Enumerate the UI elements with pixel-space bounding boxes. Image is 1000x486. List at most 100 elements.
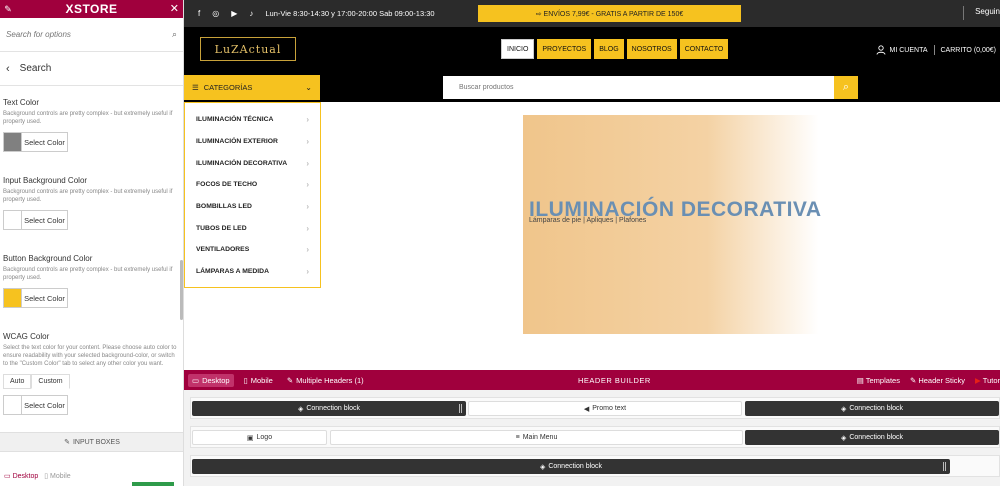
wcag-color-picker[interactable]: Select Color: [3, 395, 68, 415]
nav-inicio[interactable]: INICIO: [501, 39, 535, 59]
device-mobile[interactable]: ▯ Mobile: [44, 472, 70, 480]
device-desktop[interactable]: ▭ Desktop: [4, 472, 38, 480]
connection-block-label: Connection block: [306, 405, 361, 412]
account-area: MI CUENTA CARRITO (0,00€): [876, 45, 996, 55]
close-icon[interactable]: ✕: [170, 2, 179, 15]
category-item[interactable]: ILUMINACIÓN EXTERIOR ›: [185, 131, 320, 153]
main-menu-block[interactable]: ≡ Main Menu: [330, 430, 743, 445]
nav-proyectos[interactable]: PROYECTOS: [537, 39, 592, 59]
button-bg-color-picker[interactable]: Select Color: [3, 288, 68, 308]
category-item[interactable]: TUBOS DE LED ›: [185, 217, 320, 239]
facebook-icon[interactable]: f: [198, 9, 200, 18]
category-label: TUBOS DE LED: [196, 224, 247, 232]
tab-auto[interactable]: Auto: [3, 374, 32, 389]
user-icon[interactable]: [876, 45, 886, 55]
connection-block[interactable]: ◈ Connection block: [745, 430, 999, 445]
chevron-right-icon: ›: [306, 180, 309, 190]
input-bg-color-picker[interactable]: Select Color: [3, 210, 68, 230]
chevron-right-icon: ›: [306, 223, 309, 233]
category-item[interactable]: FOCOS DE TECHO ›: [185, 174, 320, 196]
logo-block-label: Logo: [256, 434, 273, 441]
tab-desktop[interactable]: ▭ Desktop: [188, 373, 234, 387]
panel-brand: XSTORE: [65, 2, 118, 16]
panel-footer: ▭ Desktop ▯ Mobile: [0, 466, 183, 486]
tab-multiple-label: Multiple Headers (1): [296, 375, 364, 385]
text-color-picker[interactable]: Select Color: [3, 132, 68, 152]
customizer-panel: ✎ XSTORE ✕ ⌕ ‹ Search Text Color Backgro…: [0, 0, 184, 486]
device-tabs: ▭ Desktop ▯ Mobile ✎ Multiple Headers (1): [184, 373, 368, 387]
setting-desc: Background controls are pretty complex -…: [3, 111, 173, 125]
resize-handle[interactable]: [459, 404, 462, 413]
tutorials-button[interactable]: ▶ Tutor: [975, 376, 1000, 385]
category-label: BOMBILLAS LED: [196, 203, 252, 211]
category-item[interactable]: BOMBILLAS LED ›: [185, 196, 320, 218]
publish-button[interactable]: [132, 482, 174, 486]
follow-link[interactable]: Seguin: [975, 7, 1000, 16]
main-header: LuZActual INICIO PROYECTOS BLOG NOSOTROS…: [184, 27, 1000, 73]
connection-block[interactable]: ◈ Connection block: [192, 401, 466, 416]
input-boxes-section[interactable]: ✎ INPUT BOXES: [0, 432, 183, 452]
options-search-input[interactable]: [6, 30, 172, 39]
site-logo[interactable]: LuZActual: [200, 37, 296, 61]
menu-icon: ≡: [515, 434, 520, 441]
connection-block-label: Connection block: [548, 463, 603, 470]
settings-list: Text Color Background controls are prett…: [0, 86, 183, 426]
header-builder-title: HEADER BUILDER: [578, 376, 651, 385]
category-label: ILUMINACIÓN EXTERIOR: [196, 138, 278, 146]
connection-block-label: Connection block: [849, 434, 904, 441]
hero-banner[interactable]: ILUMINACIÓN DECORATIVA Lámparas de pie |…: [523, 115, 1000, 334]
setting-label: Input Background Color: [3, 176, 88, 185]
desktop-icon: ▭: [192, 375, 200, 385]
nav-contacto[interactable]: CONTACTO: [679, 39, 729, 59]
instagram-icon[interactable]: ◎: [212, 9, 219, 18]
categories-button[interactable]: ☰ CATEGORÍAS ⌄: [184, 75, 320, 100]
color-swatch: [4, 396, 22, 414]
templates-icon: ▤: [856, 376, 864, 385]
chevron-right-icon: ›: [306, 115, 309, 125]
connection-block[interactable]: ◈ Connection block: [745, 401, 999, 416]
device-desktop-label: Desktop: [12, 473, 39, 480]
drag-handle[interactable]: [596, 366, 626, 369]
category-item[interactable]: LÁMPARAS A MEDIDA ›: [185, 261, 320, 283]
my-account-link[interactable]: MI CUENTA: [890, 47, 928, 54]
back-icon[interactable]: ‹: [6, 63, 10, 75]
megaphone-icon: ◀: [583, 405, 590, 413]
connection-block[interactable]: ◈ Connection block: [192, 459, 950, 474]
tab-mobile-label: Mobile: [250, 375, 273, 385]
builder-actions: ▤ Templates ✎ Header Sticky ▶ Tutor: [857, 376, 1000, 385]
wcag-tabs: Auto Custom: [3, 374, 178, 389]
cart-link[interactable]: CARRITO (0,00€): [941, 47, 997, 54]
tiktok-icon[interactable]: ♪: [249, 9, 253, 18]
connection-block-label: Connection block: [849, 405, 904, 412]
category-item[interactable]: VENTILADORES ›: [185, 239, 320, 261]
layers-icon: ✎: [286, 375, 294, 385]
tab-custom[interactable]: Custom: [31, 374, 70, 389]
header-sticky-button[interactable]: ✎ Header Sticky: [910, 376, 965, 385]
category-item[interactable]: ILUMINACIÓN TÉCNICA ›: [185, 109, 320, 131]
search-icon[interactable]: ⌕: [172, 29, 177, 40]
templates-button[interactable]: ▤ Templates: [857, 376, 900, 385]
main-nav: INICIO PROYECTOS BLOG NOSOTROS CONTACTO: [501, 39, 729, 59]
color-swatch: [4, 211, 22, 229]
logo-block[interactable]: ▣ Logo: [192, 430, 327, 445]
search-submit-button[interactable]: ⌕: [834, 76, 858, 99]
youtube-icon[interactable]: ▶: [231, 9, 237, 18]
nav-nosotros[interactable]: NOSOTROS: [626, 39, 677, 59]
select-color-label: Select Color: [24, 215, 65, 225]
nav-blog[interactable]: BLOG: [594, 39, 624, 59]
categories-label: CATEGORÍAS: [203, 83, 253, 92]
tab-multiple-headers[interactable]: ✎ Multiple Headers (1): [283, 374, 368, 387]
promo-text-block[interactable]: ◀ Promo text: [468, 401, 742, 416]
product-search-input[interactable]: [443, 76, 834, 99]
tab-mobile[interactable]: ▯ Mobile: [240, 374, 277, 387]
options-search: ⌕: [0, 18, 183, 52]
setting-text-color: Text Color Background controls are prett…: [3, 98, 178, 152]
resize-handle[interactable]: [943, 462, 946, 471]
shipping-promo[interactable]: ⇨ ENVÍOS 7,99€ - GRATIS A PARTIR DE 150€: [478, 5, 741, 22]
category-label: VENTILADORES: [196, 246, 250, 254]
tab-desktop-label: Desktop: [202, 375, 230, 385]
category-item[interactable]: ILUMINACIÓN DECORATIVA ›: [185, 152, 320, 174]
site-preview: f ◎ ▶ ♪ Lun-Vie 8:30-14:30 y 17:00-20:00…: [184, 0, 1000, 370]
panel-scrollbar[interactable]: [180, 260, 183, 320]
color-swatch: [4, 133, 22, 151]
